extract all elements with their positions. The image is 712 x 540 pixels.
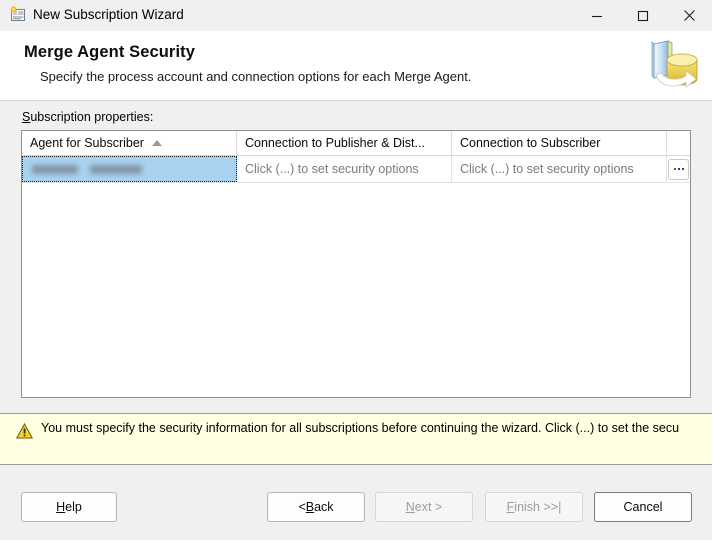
next-button[interactable]: Next >: [375, 492, 473, 522]
cancel-button[interactable]: Cancel: [594, 492, 692, 522]
window-controls: [574, 0, 712, 31]
page-subtitle: Specify the process account and connecti…: [40, 69, 472, 84]
minimize-icon[interactable]: [574, 0, 620, 31]
finish-button[interactable]: Finish >>|: [485, 492, 583, 522]
dot-icon: [677, 168, 680, 170]
table-row[interactable]: Click (...) to set security options Clic…: [22, 156, 690, 183]
accel-char: F: [506, 500, 515, 514]
warning-message: You must specify the security informatio…: [41, 421, 680, 435]
back-button[interactable]: < Back: [267, 492, 365, 522]
dot-icon: [681, 168, 684, 170]
column-header-label: Connection to Publisher & Dist...: [245, 136, 425, 150]
subscription-properties-grid[interactable]: Agent for Subscriber Connection to Publi…: [21, 130, 691, 398]
content-area: Subscription properties: Agent for Subsc…: [0, 101, 712, 409]
column-header-connection-to-publisher[interactable]: Connection to Publisher & Dist...: [237, 131, 452, 155]
cell-agent-for-subscriber[interactable]: [22, 156, 237, 182]
subscription-wizard-icon: [9, 6, 26, 23]
replication-book-database-icon: [638, 35, 700, 97]
close-icon[interactable]: [666, 0, 712, 31]
dot-icon: [673, 168, 676, 170]
sort-ascending-icon: [151, 140, 162, 146]
warning-bar: You must specify the security informatio…: [0, 413, 712, 465]
cell-connection-to-publisher[interactable]: Click (...) to set security options: [237, 156, 452, 182]
ellipsis-button[interactable]: [668, 158, 689, 180]
btn-prefix: Cancel: [623, 500, 663, 514]
btn-rest: elp: [65, 500, 82, 514]
warning-triangle-icon: [15, 422, 34, 439]
dialog-footer: Help < Back Next > Finish >>| Cancel: [0, 466, 712, 540]
label-rest: ubscription properties:: [30, 110, 154, 124]
grid-header-row: Agent for Subscriber Connection to Publi…: [22, 131, 690, 156]
cell-connection-to-subscriber[interactable]: Click (...) to set security options: [452, 156, 667, 182]
redacted-subscriber-name: [32, 164, 142, 174]
column-header-label: Agent for Subscriber: [30, 136, 144, 150]
page-title: Merge Agent Security: [24, 43, 196, 61]
column-header-label: Connection to Subscriber: [460, 136, 601, 150]
column-header-agent-for-subscriber[interactable]: Agent for Subscriber: [22, 131, 237, 155]
window-title: New Subscription Wizard: [33, 7, 184, 22]
btn-rest: ack: [314, 500, 334, 514]
accel-char: H: [56, 500, 66, 514]
column-header-actions[interactable]: [667, 131, 690, 155]
btn-prefix: <: [298, 500, 306, 514]
accel-char: B: [305, 500, 315, 514]
accel-char: N: [405, 500, 415, 514]
help-button[interactable]: Help: [21, 492, 117, 522]
column-header-connection-to-subscriber[interactable]: Connection to Subscriber: [452, 131, 667, 155]
btn-rest: ext >: [414, 500, 443, 514]
cell-actions[interactable]: [667, 156, 690, 182]
btn-rest: inish >>|: [514, 500, 562, 514]
subscription-properties-label: Subscription properties:: [22, 110, 153, 124]
title-bar: New Subscription Wizard: [0, 0, 712, 31]
maximize-icon[interactable]: [620, 0, 666, 31]
wizard-header: Merge Agent Security Specify the process…: [0, 31, 712, 101]
